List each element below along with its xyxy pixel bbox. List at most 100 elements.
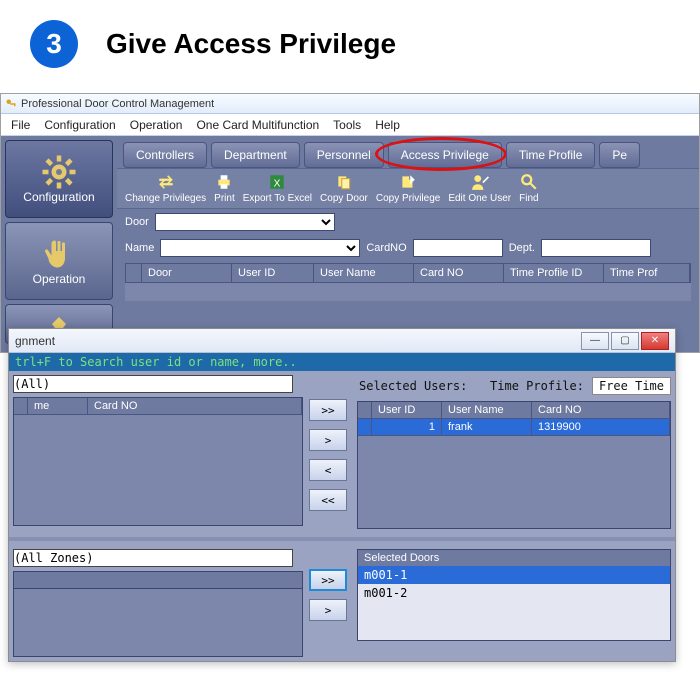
cell-userid: 1 [372,419,442,436]
tab-controllers[interactable]: Controllers [123,142,207,168]
menu-operation[interactable]: Operation [130,118,183,132]
col-me[interactable]: me [28,398,88,415]
excel-icon: X [268,173,286,191]
tab-time-profile[interactable]: Time Profile [506,142,596,168]
maximize-button[interactable]: ▢ [611,332,639,350]
user-filter-combo[interactable] [13,375,293,393]
tool-copy-door[interactable]: Copy Door [320,173,368,204]
selected-users-pane: Selected Users: Time Profile: Free Time … [353,375,671,529]
selected-door-row[interactable]: m001-1 [358,566,670,584]
menu-file[interactable]: File [11,118,30,132]
side-panel: Configuration Operation [1,136,117,352]
swap-icon [157,173,175,191]
minimize-button[interactable]: — [581,332,609,350]
menu-bar: File Configuration Operation One Card Mu… [1,114,699,136]
col-userid[interactable]: User ID [372,402,442,419]
selected-door-row[interactable]: m001-2 [358,584,670,602]
add-all-doors-button[interactable]: >> [309,569,347,591]
col-userid[interactable]: User ID [232,264,314,282]
menu-configuration[interactable]: Configuration [44,118,115,132]
assignment-dialog: gnment — ▢ ✕ trl+F to Search user id or … [8,328,676,662]
door-transfer-buttons: >> > [303,549,353,657]
available-doors-body[interactable] [13,589,303,657]
col-cardno[interactable]: Card NO [532,402,670,419]
tool-export-excel[interactable]: XExport To Excel [243,173,312,204]
search-icon [520,173,538,191]
cardno-input[interactable] [413,239,503,257]
printer-icon [215,173,233,191]
sidebar-item-operation[interactable]: Operation [5,222,113,300]
selected-user-row[interactable]: 1 frank 1319900 [358,419,670,436]
menu-onecard[interactable]: One Card Multifunction [196,118,319,132]
menu-tools[interactable]: Tools [333,118,361,132]
cell-cardno: 1319900 [532,419,670,436]
tool-label: Find [519,193,538,204]
dialog-title: gnment [15,334,55,348]
remove-all-users-button[interactable]: << [309,489,347,511]
user-transfer-buttons: >> > < << [303,375,353,529]
available-users-body[interactable] [14,415,302,525]
sidebar-item-label: Configuration [23,190,94,204]
filter-row-door: Door [117,209,699,235]
sidebar-item-configuration[interactable]: Configuration [5,140,113,218]
selected-users-body [358,436,670,528]
main-pane: Controllers Department Personnel Access … [117,136,699,352]
workspace: Configuration Operation Controllers Depa… [1,136,699,352]
selected-doors-body [358,602,670,640]
time-profile-value[interactable]: Free Time [592,377,671,395]
available-doors-header [13,571,303,589]
tab-more[interactable]: Pe [599,142,640,168]
row-handle [14,398,28,415]
tool-edit-one-user[interactable]: Edit One User [448,173,511,204]
step-header: 3 Give Access Privilege [0,0,700,93]
tool-label: Copy Door [320,193,368,204]
tab-personnel[interactable]: Personnel [304,142,384,168]
tool-copy-privilege[interactable]: Copy Privilege [376,173,440,204]
add-all-users-button[interactable]: >> [309,399,347,421]
grid-header: Door User ID User Name Card NO Time Prof… [125,263,691,283]
door-select[interactable] [155,213,335,231]
tool-change-privileges[interactable]: Change Privileges [125,173,206,204]
tab-access-privilege[interactable]: Access Privilege [388,142,502,168]
key-icon [5,98,17,110]
name-select[interactable] [160,239,360,257]
copy-privilege-icon [399,173,417,191]
svg-text:X: X [274,179,281,190]
tool-label: Edit One User [448,193,511,204]
available-users-pane: me Card NO [13,375,303,529]
door-label: Door [125,216,149,228]
tool-label: Copy Privilege [376,193,440,204]
splitter[interactable] [9,537,675,541]
close-button[interactable]: ✕ [641,332,669,350]
selected-users-grid: User ID User Name Card NO 1 frank 131990… [357,401,671,529]
step-title: Give Access Privilege [106,28,396,60]
dept-input[interactable] [541,239,651,257]
col-timeprofile-id[interactable]: Time Profile ID [504,264,604,282]
col-username[interactable]: User Name [314,264,414,282]
col-timeprofile[interactable]: Time Prof [604,264,690,282]
add-door-button[interactable]: > [309,599,347,621]
window-title-bar: Professional Door Control Management [1,94,699,114]
menu-help[interactable]: Help [375,118,400,132]
tab-department[interactable]: Department [211,142,300,168]
available-users-grid: me Card NO [13,397,303,526]
gear-icon [41,154,77,190]
cardno-label: CardNO [366,242,406,254]
dialog-upper: me Card NO >> > < << Selected Users: Tim… [9,371,675,533]
toolbar: Change Privileges Print XExport To Excel… [117,168,699,209]
tool-print[interactable]: Print [214,173,235,204]
col-cardno[interactable]: Card NO [88,398,302,415]
tool-label: Print [214,193,235,204]
copy-icon [335,173,353,191]
name-label: Name [125,242,154,254]
time-profile-label: Time Profile: [490,379,584,393]
remove-user-button[interactable]: < [309,459,347,481]
col-cardno[interactable]: Card NO [414,264,504,282]
col-door[interactable]: Door [142,264,232,282]
zone-filter-combo[interactable] [13,549,293,567]
grid-row-selector [126,264,142,282]
col-username[interactable]: User Name [442,402,532,419]
add-user-button[interactable]: > [309,429,347,451]
tool-find[interactable]: Find [519,173,538,204]
available-doors-pane [13,549,303,657]
